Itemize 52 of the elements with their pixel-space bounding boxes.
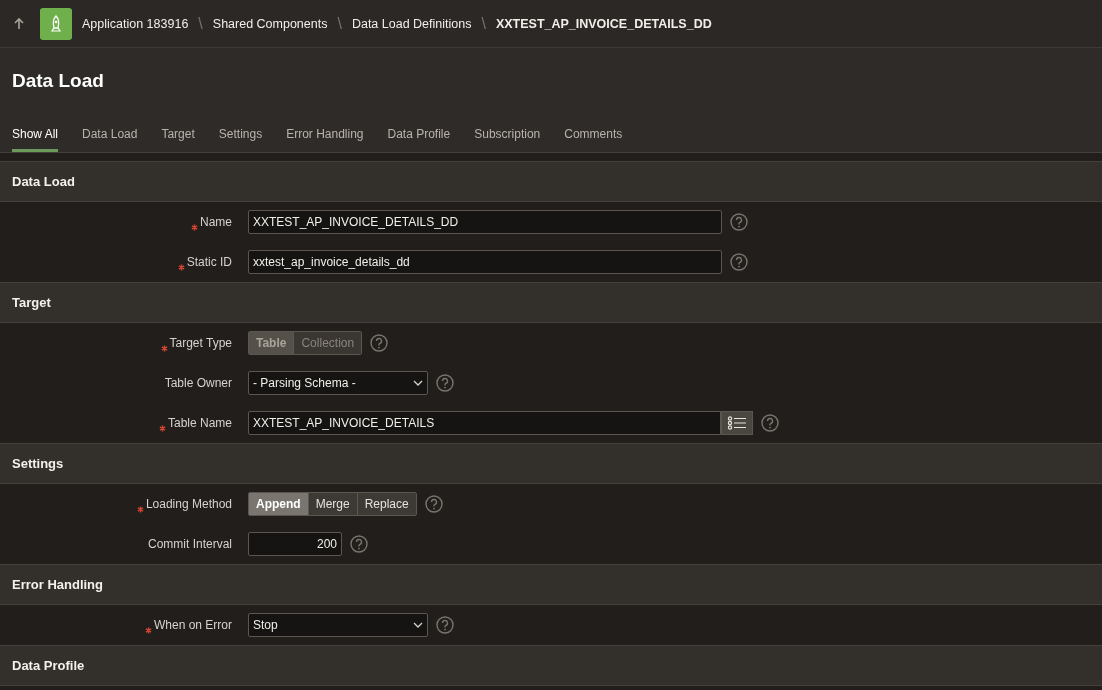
select-field[interactable]: - Parsing Schema - bbox=[248, 371, 428, 395]
app-logo-icon[interactable] bbox=[40, 7, 72, 40]
field-label: Name bbox=[200, 215, 232, 229]
segment-option[interactable]: Append bbox=[249, 493, 308, 515]
field-label: Table Name bbox=[167, 416, 232, 430]
breadcrumb-separator: \ bbox=[481, 14, 486, 33]
help-icon[interactable] bbox=[436, 374, 454, 392]
field-label: Table Owner bbox=[164, 376, 232, 390]
segment-option[interactable]: Merge bbox=[307, 493, 357, 515]
list-button[interactable] bbox=[721, 411, 753, 435]
tab[interactable]: Comments bbox=[564, 127, 623, 152]
breadcrumb-link[interactable]: XXTEST_AP_INVOICE_DETAILS_DD bbox=[495, 16, 712, 31]
chevron-down-icon bbox=[413, 622, 423, 628]
field-label: When on Error bbox=[153, 618, 232, 632]
field-label: Loading Method bbox=[145, 497, 232, 511]
section-title: Target bbox=[12, 295, 51, 310]
segment-option[interactable]: Replace bbox=[356, 493, 416, 515]
up-arrow-icon[interactable] bbox=[12, 16, 26, 31]
tab[interactable]: Data Profile bbox=[387, 127, 451, 152]
text-field[interactable]: XXTEST_AP_INVOICE_DETAILS bbox=[248, 411, 721, 435]
help-icon[interactable] bbox=[730, 213, 748, 231]
breadcrumb-link[interactable]: Data Load Definitions bbox=[351, 16, 472, 31]
section-title: Error Handling bbox=[12, 577, 103, 592]
help-icon[interactable] bbox=[350, 535, 368, 553]
list-icon bbox=[727, 416, 747, 430]
help-icon[interactable] bbox=[730, 253, 748, 271]
section-title: Settings bbox=[12, 456, 64, 471]
text-field[interactable]: xxtest_ap_invoice_details_dd bbox=[248, 250, 722, 274]
field-label: Target Type bbox=[169, 336, 232, 350]
field-label: Commit Interval bbox=[147, 537, 232, 551]
field-label: Static ID bbox=[186, 255, 232, 269]
tab[interactable]: Error Handling bbox=[286, 127, 364, 152]
number-field[interactable]: 200 bbox=[248, 532, 342, 556]
chevron-down-icon bbox=[413, 380, 423, 386]
tab[interactable]: Settings bbox=[218, 127, 263, 152]
help-icon[interactable] bbox=[370, 334, 389, 352]
help-icon[interactable] bbox=[436, 616, 454, 634]
tab[interactable]: Data Load bbox=[82, 127, 138, 152]
breadcrumb-link[interactable]: Application 183916 bbox=[82, 16, 189, 31]
select-field[interactable]: Stop bbox=[248, 613, 428, 637]
section-title: Data Profile bbox=[12, 658, 85, 673]
breadcrumb-separator: \ bbox=[198, 14, 203, 33]
section-title: Data Load bbox=[12, 174, 75, 189]
text-field[interactable]: XXTEST_AP_INVOICE_DETAILS_DD bbox=[248, 210, 722, 234]
tab[interactable]: Subscription bbox=[474, 127, 541, 152]
help-icon[interactable] bbox=[761, 414, 779, 432]
tab[interactable]: Show All bbox=[12, 127, 59, 152]
breadcrumb-separator: \ bbox=[337, 14, 342, 33]
tab[interactable]: Target bbox=[161, 127, 195, 152]
help-icon[interactable] bbox=[424, 495, 443, 513]
breadcrumb-link[interactable]: Shared Components bbox=[212, 16, 328, 31]
page-title: Data Load bbox=[12, 70, 105, 92]
